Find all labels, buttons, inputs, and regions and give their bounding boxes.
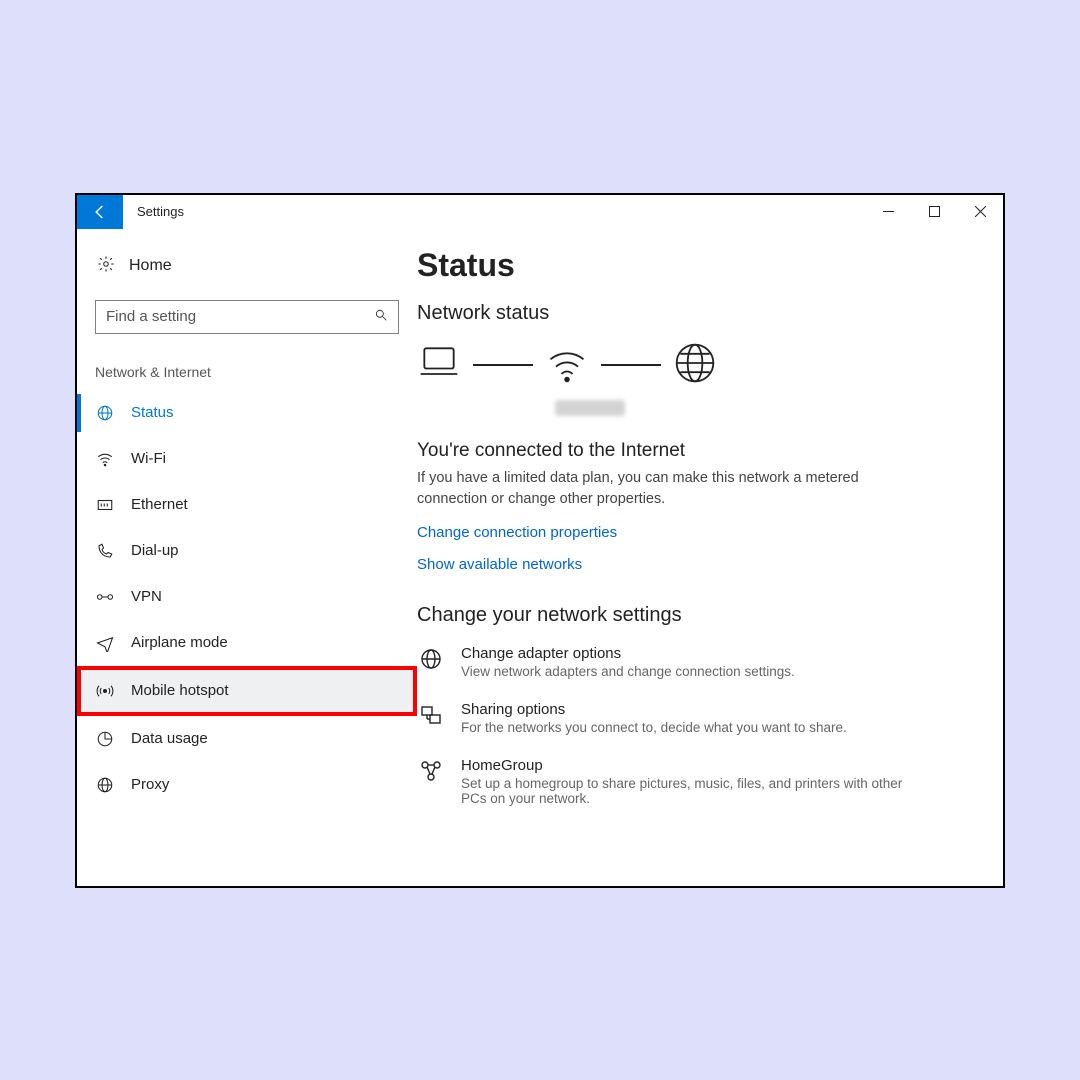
network-status-heading: Network status (417, 302, 971, 325)
back-button[interactable] (77, 195, 123, 229)
homegroup-icon (417, 757, 445, 783)
sharing-icon (417, 701, 445, 727)
option-title: HomeGroup (461, 757, 921, 774)
sidebar-item-label: VPN (131, 588, 162, 605)
settings-window: Settings Home Find a setting (75, 193, 1005, 888)
globe-large-icon (673, 341, 717, 390)
airplane-icon (95, 634, 115, 652)
page-title: Status (417, 247, 971, 284)
sidebar-item-dialup[interactable]: Dial-up (77, 528, 417, 574)
sidebar-item-label: Data usage (131, 730, 208, 747)
option-title: Sharing options (461, 701, 847, 718)
sidebar-item-label: Mobile hotspot (131, 682, 229, 699)
sidebar-item-data-usage[interactable]: Data usage (77, 716, 417, 762)
sidebar-item-label: Wi-Fi (131, 450, 166, 467)
change-connection-properties-link[interactable]: Change connection properties (417, 524, 617, 541)
home-button[interactable]: Home (77, 251, 417, 282)
window-controls (865, 195, 1003, 229)
ethernet-icon (95, 496, 115, 514)
status-icon (95, 404, 115, 422)
option-title: Change adapter options (461, 645, 795, 662)
sidebar-section-label: Network & Internet (77, 334, 417, 390)
sidebar-item-status[interactable]: Status (77, 390, 417, 436)
titlebar: Settings (77, 195, 1003, 229)
phone-icon (95, 542, 115, 560)
adapter-icon (417, 645, 445, 671)
maximize-button[interactable] (911, 195, 957, 229)
sidebar: Home Find a setting Network & Internet S… (77, 229, 417, 886)
sidebar-item-wifi[interactable]: Wi-Fi (77, 436, 417, 482)
vpn-icon (95, 588, 115, 606)
wifi-icon (95, 450, 115, 468)
data-usage-icon (95, 730, 115, 748)
sidebar-nav: Status Wi-Fi Ethernet (77, 390, 417, 808)
main-panel: Status Network status You're connected t… (417, 229, 1003, 886)
sidebar-item-label: Proxy (131, 776, 169, 793)
search-input[interactable]: Find a setting (95, 300, 399, 334)
sidebar-item-label: Ethernet (131, 496, 188, 513)
body: Home Find a setting Network & Internet S… (77, 229, 1003, 886)
globe-icon (95, 776, 115, 794)
change-settings-heading: Change your network settings (417, 604, 971, 627)
redacted-network-name (555, 400, 625, 416)
gear-icon (97, 255, 115, 278)
connector-line (601, 364, 661, 366)
sidebar-item-mobile-hotspot[interactable]: Mobile hotspot (77, 666, 417, 716)
laptop-icon (417, 341, 461, 390)
search-icon (374, 308, 388, 326)
connected-body-text: If you have a limited data plan, you can… (417, 468, 877, 510)
sidebar-item-vpn[interactable]: VPN (77, 574, 417, 620)
sidebar-item-ethernet[interactable]: Ethernet (77, 482, 417, 528)
wifi-signal-icon (545, 341, 589, 390)
sidebar-item-proxy[interactable]: Proxy (77, 762, 417, 808)
sidebar-item-label: Status (131, 404, 174, 421)
close-button[interactable] (957, 195, 1003, 229)
network-diagram (417, 341, 971, 390)
option-change-adapter[interactable]: Change adapter options View network adap… (417, 645, 971, 679)
hotspot-icon (95, 682, 115, 700)
connected-heading: You're connected to the Internet (417, 440, 971, 462)
show-available-networks-link[interactable]: Show available networks (417, 556, 582, 573)
minimize-button[interactable] (865, 195, 911, 229)
option-desc: For the networks you connect to, decide … (461, 720, 847, 735)
sidebar-item-label: Airplane mode (131, 634, 228, 651)
sidebar-item-airplane[interactable]: Airplane mode (77, 620, 417, 666)
option-desc: View network adapters and change connect… (461, 664, 795, 679)
home-label: Home (129, 257, 172, 275)
window-title: Settings (123, 204, 865, 219)
option-homegroup[interactable]: HomeGroup Set up a homegroup to share pi… (417, 757, 971, 806)
sidebar-item-label: Dial-up (131, 542, 179, 559)
option-desc: Set up a homegroup to share pictures, mu… (461, 776, 921, 806)
option-sharing[interactable]: Sharing options For the networks you con… (417, 701, 971, 735)
connector-line (473, 364, 533, 366)
search-placeholder: Find a setting (106, 308, 196, 325)
